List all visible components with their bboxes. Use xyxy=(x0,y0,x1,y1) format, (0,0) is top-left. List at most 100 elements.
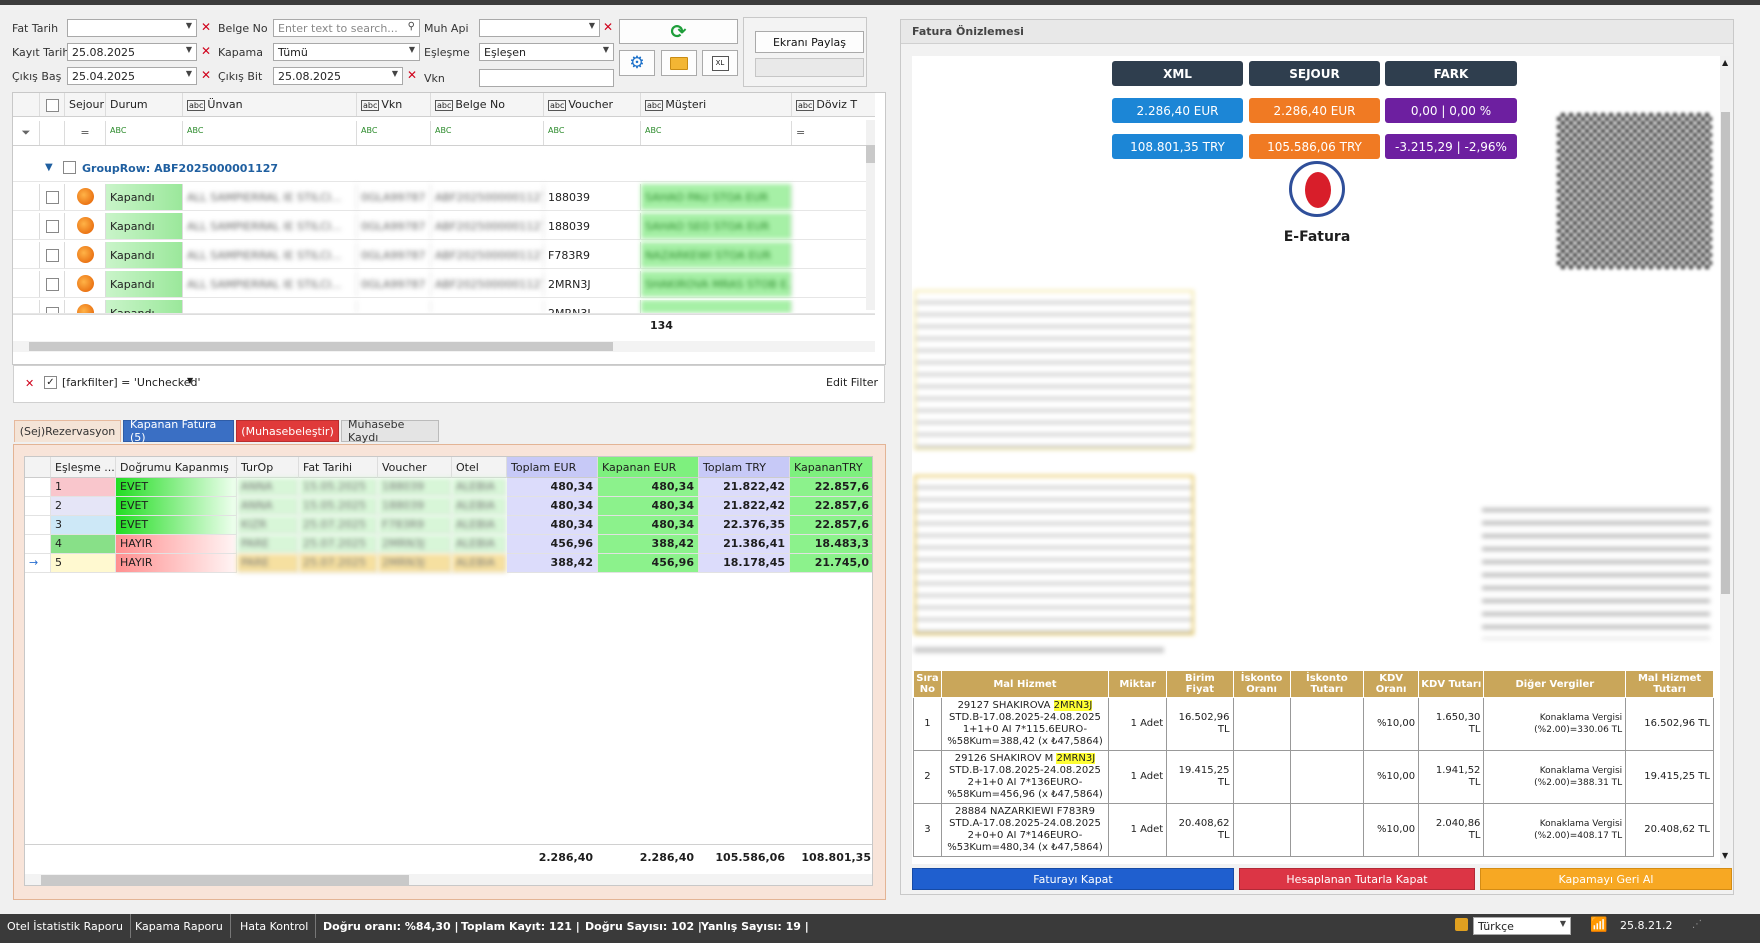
row-checkbox[interactable] xyxy=(45,277,59,291)
open-folder-button[interactable] xyxy=(661,50,697,76)
chevron-down-icon[interactable]: ▼ xyxy=(603,45,609,54)
vscroll-thumb[interactable] xyxy=(866,145,875,163)
filter-durum[interactable]: ABC xyxy=(106,121,183,145)
preview-vscroll[interactable]: ▲ ▼ xyxy=(1720,56,1731,864)
chevron-down-icon[interactable]: ▼ xyxy=(1560,919,1566,928)
chevron-down-icon[interactable]: ▼ xyxy=(45,162,53,173)
filter-sejour[interactable]: = xyxy=(65,121,106,145)
clear-muh-api-icon[interactable]: ✕ xyxy=(603,20,613,34)
filter-unvan[interactable]: ABC xyxy=(183,121,357,145)
group-checkbox[interactable] xyxy=(63,161,76,174)
hscroll-thumb[interactable] xyxy=(29,342,613,351)
language-select[interactable]: Türkçe ▼ xyxy=(1473,917,1571,935)
kapama-raporu-button[interactable]: Kapama Raporu xyxy=(128,914,231,938)
filter-vkn[interactable]: ABC xyxy=(357,121,431,145)
fat-tarih-field[interactable]: ▼ xyxy=(67,19,197,37)
hscroll-thumb[interactable] xyxy=(41,875,409,885)
scroll-down-icon[interactable]: ▼ xyxy=(1722,851,1728,860)
select-all-checkbox[interactable] xyxy=(45,98,59,112)
col-sejour[interactable]: Sejour xyxy=(65,93,106,116)
chevron-down-icon[interactable]: ▼ xyxy=(186,45,192,54)
col-musteri[interactable]: abc Müşteri xyxy=(641,93,792,116)
share-screen-button[interactable]: Ekranı Paylaş xyxy=(755,31,864,53)
clear-filter-icon[interactable]: ✕ xyxy=(25,377,34,390)
col-voucher[interactable]: abc Voucher xyxy=(544,93,641,116)
vscroll-thumb[interactable] xyxy=(1721,112,1730,594)
table-row[interactable]: 2 EVET ANNA 15.05.2025 188039 ALEBIA 480,34 480… xyxy=(25,497,872,516)
edit-filter-link[interactable]: Edit Filter xyxy=(826,376,878,389)
row-checkbox[interactable] xyxy=(45,219,59,233)
table-row[interactable]: 1 EVET ANNA 15.05.2025 188039 ALEBIA 480,34 480… xyxy=(25,478,872,497)
col-otel[interactable]: Otel xyxy=(452,457,507,478)
cikis-bit-field[interactable]: 25.08.2025 ▼ xyxy=(273,67,403,85)
col-toplam-eur[interactable]: Toplam EUR xyxy=(507,457,598,478)
main-grid-vscroll[interactable] xyxy=(866,120,875,310)
clear-kayit-tarih-icon[interactable]: ✕ xyxy=(201,44,211,58)
esleme-select[interactable]: Eşleşen ▼ xyxy=(479,43,614,61)
faturayi-kapat-button[interactable]: Faturayı Kapat xyxy=(912,868,1234,890)
kayit-tarih-field[interactable]: 25.08.2025 ▼ xyxy=(67,43,197,61)
col-doviz[interactable]: abc Döviz T xyxy=(792,93,875,116)
table-row[interactable]: Kapandı ALL SAMPIERRAL IE STILCI... 0GLA99… xyxy=(13,271,875,298)
table-row[interactable]: Kapandı ALL SAMPIERRAL IE STILCI... 0GLA99… xyxy=(13,184,875,211)
refresh-button[interactable]: ⟳ xyxy=(619,19,738,44)
filter-enabled-checkbox[interactable]: ✓ xyxy=(44,376,57,389)
col-turop[interactable]: TurOp xyxy=(237,457,299,478)
row-checkbox[interactable] xyxy=(45,248,59,262)
filter-doviz[interactable]: = xyxy=(792,121,875,145)
filter-expression[interactable]: [farkfilter] = 'Unchecked' xyxy=(62,376,201,389)
tab-muhasebelestir[interactable]: (Muhasebeleştir) xyxy=(236,420,339,442)
col-unvan[interactable]: abc Ünvan xyxy=(183,93,357,116)
chevron-down-icon[interactable]: ▼ xyxy=(186,69,192,78)
col-fat-tarihi[interactable]: Fat Tarihi xyxy=(299,457,378,478)
tab-rezervasyon[interactable]: (Sej)Rezervasyon xyxy=(14,420,121,442)
vkn-input[interactable] xyxy=(479,69,614,87)
otel-istatistik-raporu-button[interactable]: Otel İstatistik Raporu xyxy=(0,914,132,938)
col-kapanan-eur[interactable]: Kapanan EUR xyxy=(598,457,699,478)
tab-muhasebe-kaydi[interactable]: Muhasebe Kaydı xyxy=(341,418,439,444)
col-esleme[interactable]: Eşleşme ... xyxy=(51,457,116,478)
group-row[interactable]: ▼ GroupRow: ABF2025000001127 xyxy=(13,158,875,182)
col-belge-no[interactable]: abc Belge No xyxy=(431,93,544,116)
clear-cikis-bit-icon[interactable]: ✕ xyxy=(407,68,417,82)
chevron-down-icon[interactable]: ▼ xyxy=(187,376,193,385)
muh-api-select[interactable]: ▼ xyxy=(479,19,600,37)
col-durum[interactable]: Durum xyxy=(106,93,183,116)
filter-belge-no[interactable]: ABC xyxy=(431,121,544,145)
col-toplam-try[interactable]: Toplam TRY xyxy=(699,457,790,478)
xml-header: XML xyxy=(1112,61,1243,86)
bottom-grid-hscroll[interactable] xyxy=(25,874,872,885)
chevron-down-icon[interactable]: ▼ xyxy=(186,21,192,30)
export-excel-button[interactable]: XL xyxy=(702,50,738,76)
table-row[interactable]: Kapandı 2MRN3J xyxy=(13,300,875,314)
cikis-bas-field[interactable]: 25.04.2025 ▼ xyxy=(67,67,197,85)
kapamayi-geri-al-button[interactable]: Kapamayı Geri Al xyxy=(1480,868,1732,890)
table-row[interactable]: 3 EVET KIZR 25.07.2025 F783R9 ALEBIA 480,34 480… xyxy=(25,516,872,535)
chevron-down-icon[interactable]: ▼ xyxy=(589,21,595,30)
col-vkn[interactable]: abc Vkn xyxy=(357,93,431,116)
clear-cikis-bas-icon[interactable]: ✕ xyxy=(201,68,211,82)
filter-voucher[interactable]: ABC xyxy=(544,121,641,145)
table-row[interactable]: 4 HAYIR PARE 25.07.2025 2MRN3J ALEBIA 456,96 38… xyxy=(25,535,872,554)
filter-musteri[interactable]: ABC xyxy=(641,121,792,145)
hesaplanan-tutarla-kapat-button[interactable]: Hesaplanan Tutarla Kapat xyxy=(1239,868,1475,890)
chevron-down-icon[interactable]: ▼ xyxy=(409,45,415,54)
table-row[interactable]: Kapandı ALL SAMPIERRAL IE STILCI... 0GLA99… xyxy=(13,213,875,240)
filter-icon[interactable]: ⏷ xyxy=(13,121,40,145)
settings-button[interactable]: ⚙ xyxy=(619,50,655,76)
row-checkbox[interactable] xyxy=(45,306,59,313)
row-checkbox[interactable] xyxy=(45,190,59,204)
tab-kapanan-fatura[interactable]: Kapanan Fatura (5) xyxy=(123,418,234,444)
scroll-up-icon[interactable]: ▲ xyxy=(1722,58,1728,67)
clear-fat-tarih-icon[interactable]: ✕ xyxy=(201,20,211,34)
main-grid-hscroll[interactable] xyxy=(13,341,875,352)
chevron-down-icon[interactable]: ▼ xyxy=(392,69,398,78)
table-row[interactable]: → 5 HAYIR PARE 25.07.2025 2MRN3J ALEBIA 388,42 4… xyxy=(25,554,872,573)
col-dogrumu[interactable]: Doğrumu Kapanmış xyxy=(116,457,237,478)
belge-no-search-input[interactable]: Enter text to search... ⚲ xyxy=(273,19,420,37)
table-row[interactable]: Kapandı ALL SAMPIERRAL IE STILCI... 0GLA99… xyxy=(13,242,875,269)
col-voucher[interactable]: Voucher xyxy=(378,457,452,478)
hata-kontrol-button[interactable]: Hata Kontrol xyxy=(233,914,317,938)
kapama-select[interactable]: Tümü ▼ xyxy=(273,43,420,61)
col-kapanan-try[interactable]: KapananTRY xyxy=(790,457,872,478)
